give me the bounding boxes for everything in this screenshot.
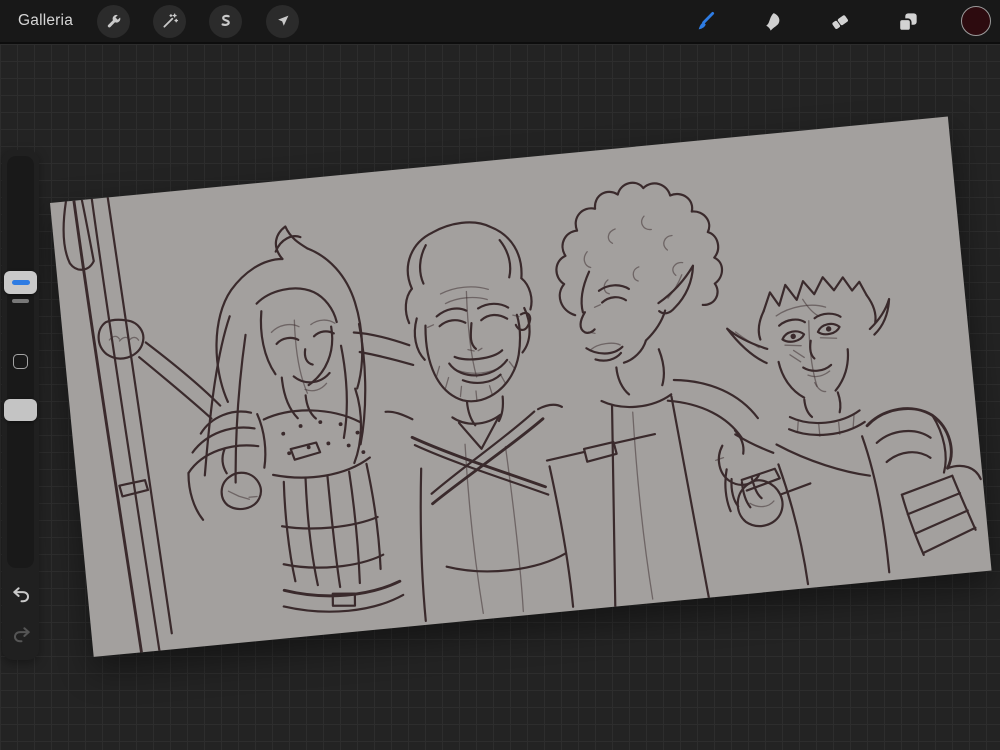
- procreate-screen: { "theme": { "bg": "#232323", "grid": "#…: [0, 0, 1000, 750]
- magic-wand-icon: [163, 13, 179, 28]
- selection-s-icon: [221, 14, 230, 26]
- redo-button[interactable]: [8, 621, 34, 647]
- modify-button[interactable]: [13, 354, 28, 369]
- drawing-canvas[interactable]: [50, 116, 992, 657]
- layers-icon: [897, 12, 917, 32]
- transform-button[interactable]: [266, 5, 299, 38]
- smudge-tool-button[interactable]: [758, 8, 785, 35]
- gallery-button[interactable]: Galleria: [18, 0, 73, 42]
- undo-button[interactable]: [8, 581, 34, 607]
- brush-size-tick: [12, 299, 29, 303]
- brush-size-indicator: [11, 280, 30, 285]
- sketch-figure-afro-elf: [545, 181, 812, 608]
- paintbrush-icon: [698, 11, 714, 29]
- top-toolbar: Galleria: [0, 0, 1000, 44]
- undo-icon: [12, 586, 29, 602]
- sketch-figure-armored-elf: [726, 276, 982, 586]
- smudge-finger-icon: [765, 12, 779, 31]
- paint-tool-button[interactable]: [690, 8, 717, 35]
- eraser-icon: [831, 14, 848, 29]
- artwork-sketch: [62, 181, 982, 654]
- redo-icon: [13, 626, 30, 642]
- wrench-icon: [107, 14, 121, 28]
- erase-tool-button[interactable]: [826, 8, 853, 35]
- selection-button[interactable]: [209, 5, 242, 38]
- sidebar-tool-panel: [2, 150, 39, 660]
- sketch-figure-woman: [97, 225, 405, 613]
- transform-arrow-icon: [278, 15, 289, 26]
- color-swatch[interactable]: [961, 6, 991, 36]
- opacity-slider[interactable]: [4, 399, 37, 421]
- adjustments-button[interactable]: [153, 5, 186, 38]
- brush-size-slider[interactable]: [4, 271, 37, 294]
- layers-button[interactable]: [894, 8, 921, 35]
- actions-button[interactable]: [97, 5, 130, 38]
